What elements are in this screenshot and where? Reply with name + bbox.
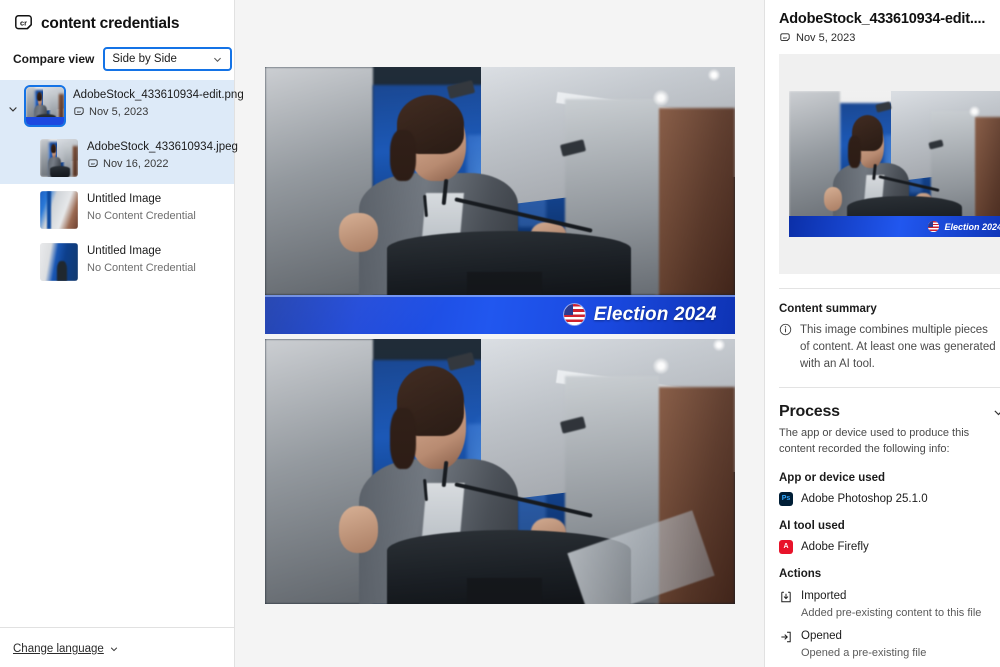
- file-subtitle: No Content Credential: [87, 262, 196, 274]
- process-section: Process The app or device used to produc…: [779, 403, 1000, 667]
- action-item: Imported Added pre-existing content to t…: [779, 589, 1000, 620]
- content-credentials-icon: cr: [73, 106, 85, 118]
- us-flag-badge-icon: [928, 221, 939, 232]
- details-panel: AdobeStock_433610934-edit.... cr Nov 5, …: [765, 0, 1000, 667]
- process-description: The app or device used to produce this c…: [779, 426, 1000, 458]
- preview-container[interactable]: Election 2024: [779, 54, 1000, 274]
- original-image: [265, 339, 735, 604]
- edited-image-card[interactable]: Election 2024: [265, 67, 735, 334]
- list-item[interactable]: AdobeStock_433610934-edit.png cr Nov 5, …: [0, 80, 234, 132]
- file-meta: Untitled Image No Content Credential: [78, 191, 196, 222]
- file-date: Nov 16, 2022: [103, 158, 168, 170]
- brand: cr content credentials: [0, 0, 234, 34]
- open-file-icon: [779, 629, 793, 644]
- actions-heading: Actions: [779, 568, 1000, 580]
- action-description: Opened a pre-existing file: [801, 646, 926, 660]
- action-description: Added pre-existing content to this file: [801, 606, 981, 620]
- ai-tool-heading: AI tool used: [779, 520, 1000, 532]
- app-entry: Ps Adobe Photoshop 25.1.0: [779, 492, 1000, 506]
- file-thumbnail[interactable]: [40, 243, 78, 281]
- content-credentials-icon: cr: [87, 158, 99, 170]
- change-language-label: Change language: [13, 643, 104, 655]
- chevron-down-icon[interactable]: [992, 406, 1000, 419]
- file-credential-status: No Content Credential: [87, 210, 196, 222]
- action-title: Opened: [801, 629, 926, 644]
- file-thumbnail[interactable]: [40, 191, 78, 229]
- list-item[interactable]: Untitled Image No Content Credential: [0, 184, 234, 236]
- brand-title: content credentials: [41, 16, 179, 32]
- file-meta: Untitled Image No Content Credential: [78, 243, 196, 274]
- compare-view-select[interactable]: Side by Side: [103, 47, 232, 71]
- chevron-down-icon[interactable]: [0, 87, 26, 115]
- file-subtitle: cr Nov 16, 2022: [87, 158, 224, 170]
- content-summary-section: Content summary This image combines mult…: [779, 303, 1000, 373]
- action-title: Imported: [801, 589, 981, 604]
- import-tray-icon: [779, 589, 793, 604]
- file-subtitle: cr Nov 5, 2023: [73, 106, 224, 118]
- us-flag-badge-icon: [564, 304, 585, 325]
- content-summary-text: This image combines multiple pieces of c…: [800, 322, 997, 373]
- svg-text:cr: cr: [783, 35, 787, 40]
- edited-image: [265, 67, 735, 295]
- content-credentials-icon: cr: [779, 32, 791, 44]
- banner-text: Election 2024: [594, 304, 717, 326]
- file-thumbnail[interactable]: [26, 87, 64, 125]
- content-summary-heading: Content summary: [779, 303, 1000, 315]
- svg-text:cr: cr: [91, 161, 95, 166]
- compare-view-value: Side by Side: [112, 53, 177, 65]
- image-viewer: Election 2024: [235, 0, 765, 667]
- election-banner: Election 2024: [265, 295, 735, 334]
- photoshop-icon-label: Ps: [782, 495, 791, 502]
- list-item[interactable]: AdobeStock_433610934.jpeg cr Nov 16, 202…: [0, 132, 234, 184]
- original-image-card[interactable]: [265, 339, 735, 604]
- details-date-row: cr Nov 5, 2023: [779, 32, 1000, 44]
- change-language-link[interactable]: Change language: [13, 643, 119, 655]
- compare-view-select-wrap: Side by Side: [103, 47, 232, 71]
- file-thumbnail[interactable]: [40, 139, 78, 177]
- photoshop-icon: Ps: [779, 492, 793, 506]
- file-credential-status: No Content Credential: [87, 262, 196, 274]
- divider: [779, 288, 1000, 289]
- preview-banner-text: Election 2024: [944, 222, 1000, 232]
- compare-view-row: Compare view Side by Side: [0, 34, 234, 71]
- cr-logo-icon: cr: [13, 13, 34, 34]
- preview-election-banner: Election 2024: [789, 216, 1000, 237]
- firefly-icon: A: [779, 540, 793, 554]
- file-name: AdobeStock_433610934.jpeg: [87, 140, 224, 156]
- svg-text:cr: cr: [77, 109, 81, 114]
- file-meta: AdobeStock_433610934-edit.png cr Nov 5, …: [64, 87, 224, 118]
- file-meta: AdobeStock_433610934.jpeg cr Nov 16, 202…: [78, 139, 224, 170]
- process-header[interactable]: Process: [779, 403, 1000, 421]
- divider: [779, 387, 1000, 388]
- ai-tool-entry: A Adobe Firefly: [779, 540, 1000, 554]
- compare-view-label: Compare view: [13, 52, 94, 66]
- sidebar: cr content credentials Compare view Side…: [0, 0, 235, 667]
- chevron-down-icon: [109, 644, 119, 654]
- file-date: Nov 5, 2023: [89, 106, 148, 118]
- file-name: Untitled Image: [87, 192, 196, 208]
- process-heading: Process: [779, 403, 840, 421]
- file-subtitle: No Content Credential: [87, 210, 196, 222]
- file-name: Untitled Image: [87, 244, 196, 260]
- ai-tool-name: Adobe Firefly: [801, 541, 869, 553]
- page-title: AdobeStock_433610934-edit....: [779, 0, 1000, 27]
- file-name: AdobeStock_433610934-edit.png: [73, 88, 224, 104]
- firefly-icon-label: A: [783, 543, 788, 550]
- app-root: cr content credentials Compare view Side…: [0, 0, 1000, 667]
- info-circle-icon: [779, 322, 792, 373]
- file-list: AdobeStock_433610934-edit.png cr Nov 5, …: [0, 80, 234, 288]
- preview-image: Election 2024: [789, 91, 1000, 237]
- language-bar: Change language: [0, 627, 234, 667]
- svg-text:cr: cr: [20, 19, 27, 28]
- action-item: Opened Opened a pre-existing file: [779, 629, 1000, 660]
- details-date: Nov 5, 2023: [796, 32, 855, 44]
- app-or-device-heading: App or device used: [779, 472, 1000, 484]
- chevron-down-icon: [212, 54, 223, 65]
- content-summary-row: This image combines multiple pieces of c…: [779, 322, 1000, 373]
- list-item[interactable]: Untitled Image No Content Credential: [0, 236, 234, 288]
- app-name: Adobe Photoshop 25.1.0: [801, 493, 928, 505]
